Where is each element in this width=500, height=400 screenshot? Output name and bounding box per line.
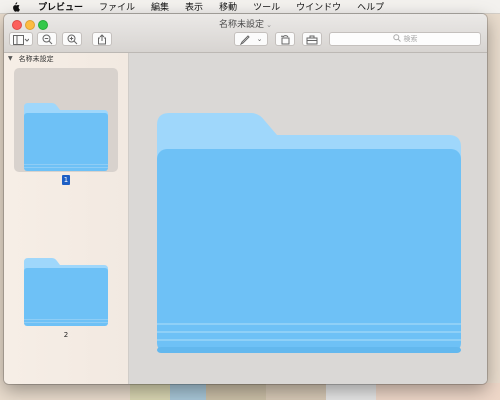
folder-icon (155, 113, 463, 359)
apple-menu-icon[interactable] (10, 1, 20, 12)
toolbox-button[interactable] (302, 32, 322, 46)
menu-tools[interactable]: ツール (245, 0, 288, 13)
rotate-button[interactable] (275, 32, 295, 46)
search-placeholder: 検索 (403, 35, 418, 43)
zoom-in-icon (67, 30, 78, 49)
title-bar: 名称未設定 ⌄ ⌄ 検索 (4, 14, 487, 53)
page-thumbnail-2[interactable] (22, 256, 110, 332)
chevron-down-icon: ⌄ (266, 21, 272, 29)
chevron-down-icon: ⌄ (256, 35, 263, 43)
menu-view[interactable]: 表示 (177, 0, 211, 13)
menu-file[interactable]: ファイル (91, 0, 143, 13)
zoom-out-icon (42, 30, 53, 49)
search-field[interactable]: 検索 (329, 32, 481, 46)
sidebar-toggle-button[interactable] (9, 32, 33, 46)
menu-edit[interactable]: 編集 (143, 0, 177, 13)
menu-help[interactable]: ヘルプ (349, 0, 392, 13)
folder-icon (22, 258, 110, 332)
disclosure-triangle-icon[interactable]: ▼ (8, 55, 13, 62)
page-number-selected: 1 (62, 175, 70, 185)
window-title-area[interactable]: 名称未設定 ⌄ (4, 17, 487, 30)
pen-icon (239, 30, 252, 49)
share-button[interactable] (92, 32, 112, 46)
menu-go[interactable]: 移動 (211, 0, 245, 13)
menu-window[interactable]: ウインドウ (288, 0, 349, 13)
toolbox-icon (306, 30, 318, 49)
search-icon (392, 34, 401, 44)
sidebar-section-title: 名称未設定 (18, 54, 54, 63)
page-number: 2 (63, 331, 69, 339)
window-title: 名称未設定 (219, 20, 265, 30)
zoom-out-button[interactable] (37, 32, 57, 46)
share-icon (97, 30, 107, 49)
document-view[interactable] (129, 53, 487, 384)
sidebar-section-header[interactable]: ▼ 名称未設定 (4, 53, 128, 64)
sidebar: ▼ 名称未設定 1 2 (4, 53, 129, 384)
menu-app-name[interactable]: プレビュー (30, 0, 91, 13)
page-thumbnail-1[interactable] (22, 101, 110, 177)
document-page (155, 111, 463, 359)
menu-bar: プレビュー ファイル 編集 表示 移動 ツール ウインドウ ヘルプ (0, 0, 500, 14)
markup-button[interactable]: ⌄ (234, 32, 268, 46)
sidebar-icon (13, 30, 30, 49)
rotate-icon (280, 30, 291, 49)
preview-window: 名称未設定 ⌄ ⌄ 検索 ▼ 名称未設定 1 2 (4, 14, 487, 384)
zoom-in-button[interactable] (62, 32, 82, 46)
